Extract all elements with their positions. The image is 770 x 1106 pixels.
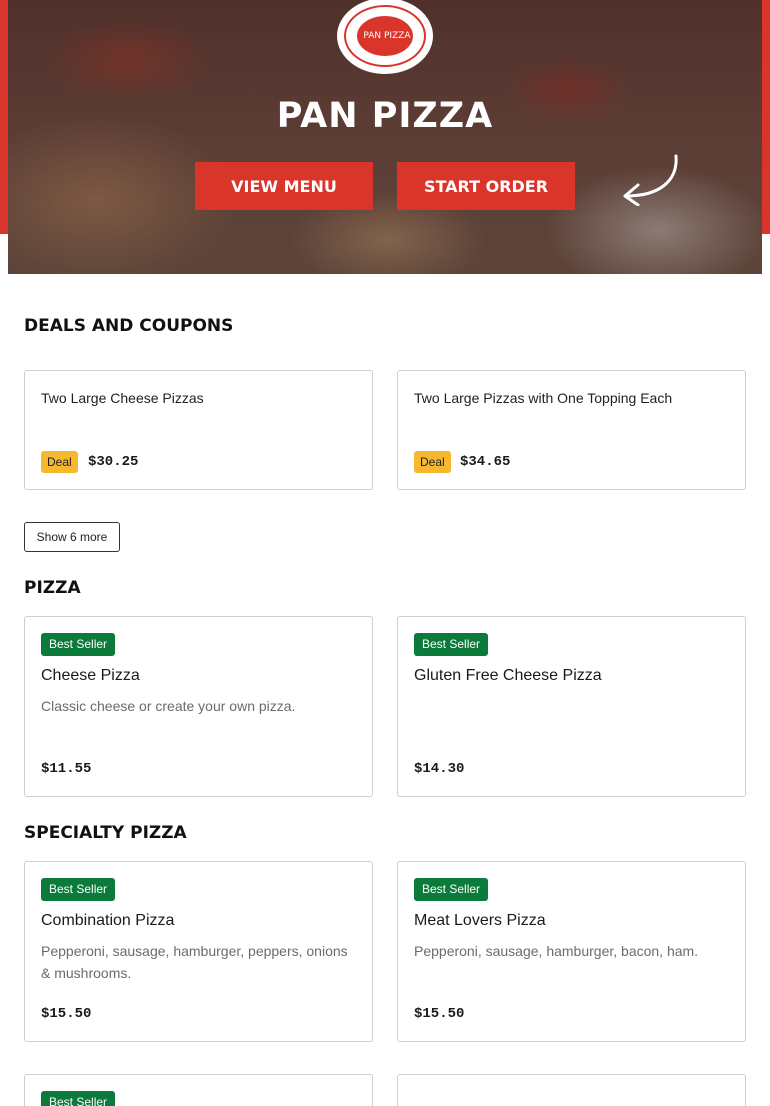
deal-price: $30.25	[88, 454, 139, 470]
item-description: Pepperoni, sausage, hamburger, bacon, ha…	[414, 943, 699, 959]
menu-item-card[interactable]: Best Seller	[24, 1074, 373, 1106]
best-seller-badge: Best Seller	[41, 878, 116, 901]
item-name: Combination Pizza	[41, 912, 175, 929]
deal-price: $34.65	[460, 454, 511, 470]
menu-item-card[interactable]: Best Seller Meat Lovers Pizza Pepperoni,…	[397, 861, 746, 1042]
menu-item-card[interactable]	[397, 1074, 746, 1106]
best-seller-badge: Best Seller	[414, 878, 489, 901]
start-order-button[interactable]: START ORDER	[397, 162, 575, 210]
curved-arrow-icon	[623, 154, 678, 206]
menu-item-card[interactable]: Best Seller Combination Pizza Pepperoni,…	[24, 861, 373, 1042]
restaurant-title: PAN PIZZA	[276, 96, 494, 136]
item-price: $15.50	[41, 1006, 92, 1022]
item-price: $14.30	[414, 761, 465, 777]
best-seller-badge: Best Seller	[41, 633, 116, 656]
deal-name: Two Large Pizzas with One Topping Each	[414, 390, 673, 406]
logo-text: PAN PIZZA	[357, 16, 413, 56]
best-seller-badge: Best Seller	[41, 1091, 116, 1106]
pizza-logo-icon[interactable]: PAN PIZZA	[337, 0, 433, 74]
deal-badge: Deal	[414, 451, 451, 473]
deal-badge: Deal	[41, 451, 78, 473]
specialty-section-title: SPECIALTY PIZZA	[24, 823, 187, 843]
item-description: Classic cheese or create your own pizza.	[41, 698, 296, 714]
menu-item-card[interactable]: Best Seller Cheese Pizza Classic cheese …	[24, 616, 373, 797]
menu-item-card[interactable]: Best Seller Gluten Free Cheese Pizza $14…	[397, 616, 746, 797]
pizza-section-title: PIZZA	[24, 578, 81, 598]
item-price: $15.50	[414, 1006, 465, 1022]
item-description: Pepperoni, sausage, hamburger, peppers, …	[41, 943, 348, 981]
deal-card[interactable]: Two Large Pizzas with One Topping Each D…	[397, 370, 746, 490]
best-seller-badge: Best Seller	[414, 633, 489, 656]
deals-section-title: DEALS AND COUPONS	[24, 316, 234, 336]
deal-name: Two Large Cheese Pizzas	[41, 390, 204, 406]
deal-card[interactable]: Two Large Cheese Pizzas Deal $30.25	[24, 370, 373, 490]
show-more-button[interactable]: Show 6 more	[24, 522, 120, 552]
view-menu-button[interactable]: VIEW MENU	[195, 162, 373, 210]
item-price: $11.55	[41, 761, 92, 777]
item-name: Gluten Free Cheese Pizza	[414, 667, 602, 684]
item-name: Meat Lovers Pizza	[414, 912, 546, 929]
item-name: Cheese Pizza	[41, 667, 140, 684]
